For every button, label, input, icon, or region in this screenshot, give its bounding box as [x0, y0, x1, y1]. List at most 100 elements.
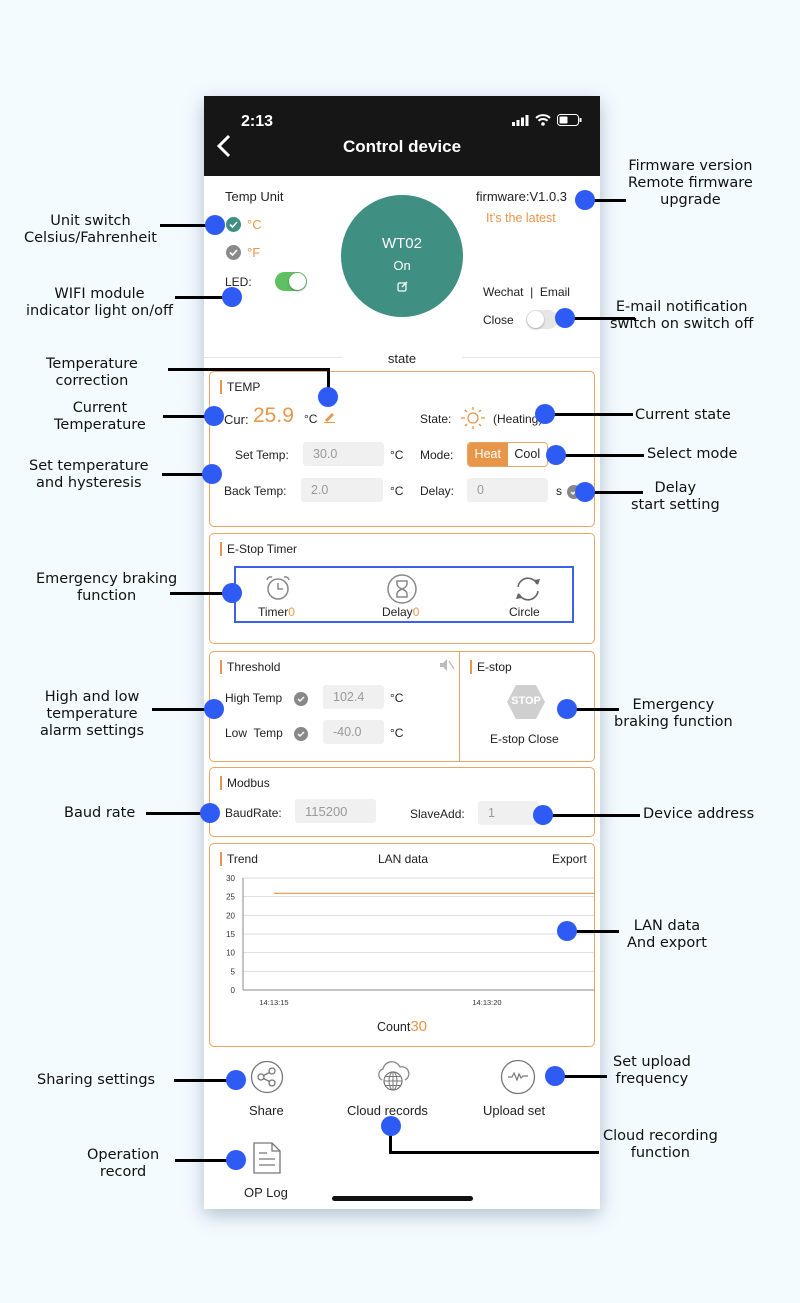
annotation-marker	[381, 1116, 401, 1136]
baud-rate-label: BaudRate:	[225, 806, 282, 820]
mode-cool-option[interactable]: Cool	[507, 443, 547, 466]
y-tick-label: 25	[226, 893, 235, 902]
annotation-line	[556, 454, 644, 457]
op-log-button[interactable]	[253, 1142, 281, 1179]
mode-label: Mode:	[420, 448, 454, 462]
annotation-marker	[575, 482, 595, 502]
annotation-marker	[222, 583, 242, 603]
led-toggle[interactable]	[275, 272, 307, 291]
delay-label: Delay:	[420, 484, 455, 498]
annotation-marker	[535, 404, 555, 424]
baud-rate-input[interactable]: 115200	[295, 799, 376, 823]
annotation-marker	[555, 308, 575, 328]
annotation-marker	[546, 445, 566, 465]
stop-sign-button[interactable]: STOP	[506, 684, 546, 720]
timer-options: Timer0 Delay0 Circle	[234, 566, 574, 623]
mute-icon[interactable]	[439, 658, 455, 672]
panel-title: E-Stop Timer	[220, 542, 297, 556]
annotation-upload: Set upload frequency	[613, 1054, 691, 1087]
low-temp-label: Low Temp	[225, 726, 283, 740]
back-temp-input[interactable]: 2.0	[301, 478, 383, 502]
annotation-firmware: Firmware version Remote firmware upgrade	[628, 158, 753, 208]
annotation-line	[565, 317, 635, 320]
panel-title: Modbus	[220, 776, 270, 790]
y-tick-label: 30	[226, 874, 235, 883]
op-log-label: OP Log	[244, 1185, 288, 1200]
temp-unit-label: Temp Unit	[225, 189, 284, 204]
current-temperature: 25.9	[253, 404, 294, 427]
upload-set-button[interactable]	[500, 1059, 536, 1100]
stop-sign-text: STOP	[511, 695, 541, 707]
unit-fahrenheit-option[interactable]: °F	[226, 245, 260, 260]
high-temp-input[interactable]: 102.4	[323, 685, 384, 709]
low-temp-check-icon[interactable]	[294, 727, 308, 741]
high-temp-check-icon[interactable]	[294, 692, 308, 706]
back-temp-label: Back Temp:	[224, 484, 287, 498]
count-value: 30	[410, 1018, 428, 1035]
count-display: Count30	[210, 1018, 594, 1035]
annotation-line	[175, 1159, 230, 1162]
checked-icon	[226, 217, 241, 232]
annotation-set-temp: Set temperature and hysteresis	[29, 458, 149, 491]
annotation-baud: Baud rate	[64, 805, 136, 821]
waveform-icon	[500, 1059, 536, 1095]
annotation-lan-data: LAN data And export	[627, 918, 707, 951]
nav-bar: 2:13 Control device	[204, 96, 600, 176]
y-tick-label: 5	[231, 967, 236, 976]
battery-icon	[557, 114, 582, 126]
cycle-icon	[516, 577, 540, 601]
share-button[interactable]	[250, 1060, 284, 1099]
fahrenheit-label: °F	[247, 245, 261, 260]
document-icon	[253, 1142, 281, 1174]
high-temp-unit: °C	[390, 691, 404, 705]
y-tick-label: 0	[231, 986, 236, 995]
circle-option[interactable]	[513, 575, 543, 608]
firmware-status: It's the latest	[486, 211, 556, 225]
mode-heat-option[interactable]: Heat	[468, 443, 508, 466]
delay-option-label: Delay0	[382, 605, 420, 619]
annotation-current-temp: Current Temperature	[54, 400, 146, 433]
signal-icon	[512, 114, 529, 126]
notify-toggle[interactable]	[526, 310, 558, 329]
annotation-estop: Emergency braking function	[614, 697, 733, 730]
pencil-icon[interactable]	[323, 410, 336, 423]
annotation-line	[170, 592, 225, 595]
trend-panel: Trend LAN data Export 0 5 10 15 20 25 30 14:13:…	[209, 843, 595, 1047]
timer-option[interactable]	[264, 574, 292, 607]
low-temp-input[interactable]: -40.0	[323, 720, 384, 744]
slave-address-input[interactable]: 1	[478, 801, 539, 825]
x-tick-label: 14:13:20	[472, 998, 501, 1007]
panel-title: TEMP	[220, 380, 260, 394]
device-status-circle[interactable]: WT02 On	[341, 195, 463, 317]
annotation-marker	[222, 287, 242, 307]
low-temp-unit: °C	[390, 726, 404, 740]
annotation-marker	[533, 805, 553, 825]
device-name: WT02	[381, 235, 422, 252]
unit-celsius-option[interactable]: °C	[226, 217, 262, 232]
state-section-label: state	[387, 351, 417, 366]
firmware-version[interactable]: firmware:V1.0.3	[476, 189, 567, 204]
annotation-line	[146, 812, 206, 815]
annotation-share: Sharing settings	[37, 1072, 156, 1088]
annotation-marker	[204, 699, 224, 719]
annotation-marker	[545, 1066, 565, 1086]
annotation-line	[162, 473, 207, 476]
status-time: 2:13	[241, 113, 274, 130]
notify-state-label: Close	[483, 313, 514, 327]
celsius-label: °C	[247, 217, 262, 232]
unchecked-icon	[226, 245, 241, 260]
delay-count: 0	[412, 605, 420, 619]
annotation-marker	[557, 699, 577, 719]
annotation-temp-correction: Temperature correction	[46, 356, 138, 389]
timer-label: Timer0	[258, 605, 295, 619]
back-temp-unit: °C	[390, 484, 404, 498]
cloud-records-button[interactable]	[375, 1058, 411, 1099]
edit-icon[interactable]	[396, 281, 408, 292]
y-tick-label: 20	[226, 911, 235, 920]
lan-data-tab[interactable]: LAN data	[378, 852, 428, 866]
annotation-unit-switch: Unit switch Celsius/Fahrenheit	[24, 213, 157, 246]
delay-input[interactable]: 0	[467, 478, 548, 502]
export-button[interactable]: Export	[552, 852, 587, 866]
set-temp-input[interactable]: 30.0	[303, 442, 384, 466]
divider	[459, 652, 460, 761]
